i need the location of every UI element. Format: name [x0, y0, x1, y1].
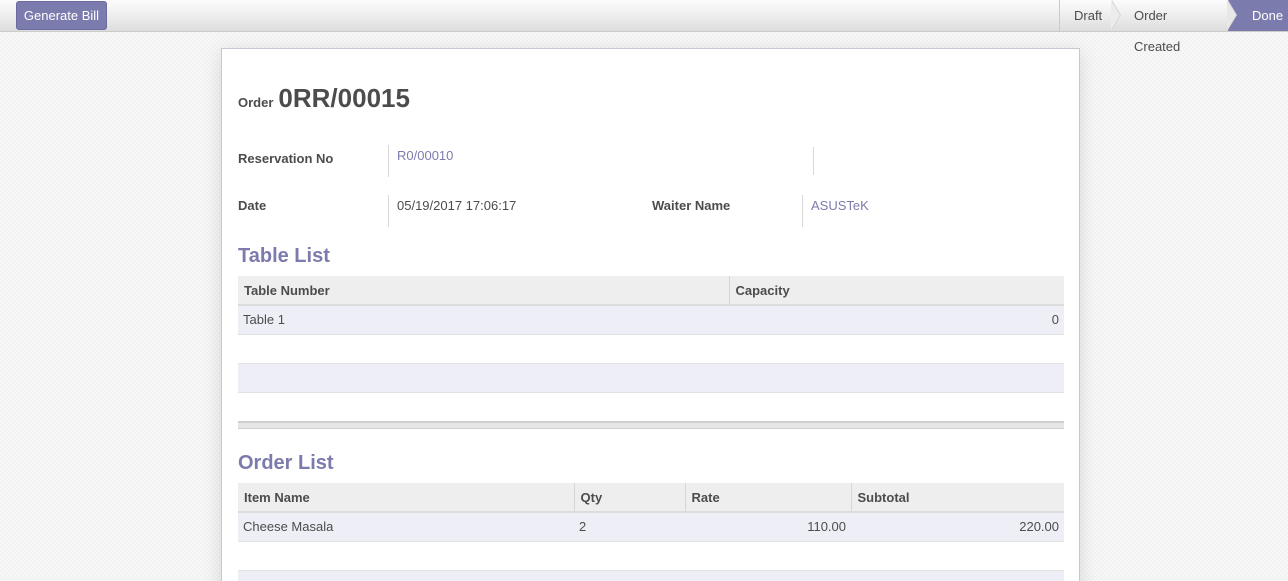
- table-number-cell: Table 1: [238, 305, 729, 335]
- table-row[interactable]: Table 1 0: [238, 305, 1064, 335]
- waiter-label: Waiter Name: [652, 198, 731, 213]
- table-row-empty: [238, 541, 1064, 571]
- capacity-cell: 0: [729, 305, 1064, 335]
- column-header-capacity[interactable]: Capacity: [728, 276, 1064, 306]
- table-list-header: Table Number Capacity: [238, 276, 1064, 306]
- stage-order-created[interactable]: Order Created: [1112, 0, 1237, 54]
- table-list-title: Table List: [238, 245, 330, 267]
- chevron-right-icon: [1111, 0, 1121, 30]
- order-list: Item Name Qty Rate Subtotal Cheese Masal…: [238, 483, 1064, 581]
- column-header-item-name[interactable]: Item Name: [238, 483, 574, 513]
- rate-cell: 110.00: [685, 512, 851, 542]
- column-header-table-number[interactable]: Table Number: [238, 276, 729, 306]
- stage-done[interactable]: Done: [1228, 0, 1288, 31]
- column-header-qty[interactable]: Qty: [573, 483, 685, 513]
- qty-cell: 2: [574, 512, 685, 542]
- order-list-title: Order List: [238, 452, 334, 474]
- date-field[interactable]: 05/19/2017 17:06:17: [388, 195, 628, 227]
- stage-order-created-label: Order Created: [1134, 8, 1181, 54]
- stage-draft[interactable]: Draft: [1060, 0, 1121, 31]
- table-row-empty: [238, 392, 1064, 422]
- status-bar: Generate Bill Draft Order Created Done: [0, 0, 1288, 54]
- table-row-empty: [238, 363, 1064, 393]
- stage-done-label: Done: [1252, 8, 1284, 23]
- table-row-empty: [238, 570, 1064, 581]
- generate-bill-button[interactable]: Generate Bill: [16, 1, 107, 30]
- reservation-label: Reservation No: [238, 151, 334, 166]
- table-list-footer: [238, 421, 1064, 429]
- reservation-field[interactable]: R0/00010: [388, 145, 648, 177]
- table-row-empty: [238, 334, 1064, 364]
- form-sheet: Order 0RR/00015 Reservation No R0/00010 …: [221, 48, 1080, 581]
- empty-field: [813, 147, 814, 175]
- order-title-label: Order: [238, 95, 274, 110]
- stage-draft-label: Draft: [1074, 8, 1103, 23]
- table-list: Table Number Capacity Table 1 0: [238, 276, 1064, 422]
- table-row[interactable]: Cheese Masala 2 110.00 220.00: [238, 512, 1064, 542]
- column-header-rate[interactable]: Rate: [684, 483, 851, 513]
- page-title: Order 0RR/00015: [238, 83, 410, 114]
- subtotal-cell: 220.00: [851, 512, 1064, 542]
- order-list-header: Item Name Qty Rate Subtotal: [238, 483, 1064, 513]
- waiter-field[interactable]: ASUSTeK: [802, 195, 1042, 227]
- chevron-right-icon: [1227, 0, 1237, 30]
- item-name-cell: Cheese Masala: [238, 512, 574, 542]
- column-header-subtotal[interactable]: Subtotal: [850, 483, 1064, 513]
- stage-pipeline: Draft Order Created Done: [1059, 0, 1288, 54]
- order-number: 0RR/00015: [278, 83, 410, 113]
- date-label: Date: [238, 198, 267, 213]
